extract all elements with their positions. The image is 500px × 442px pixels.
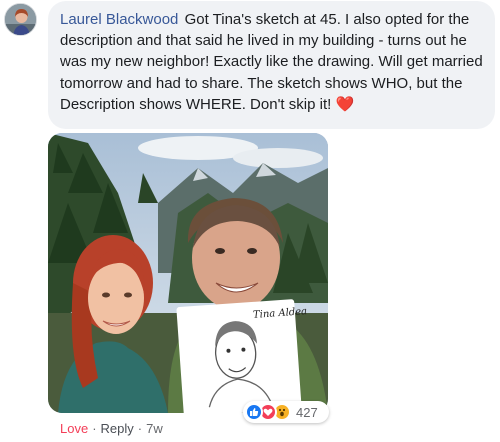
comment-author-link[interactable]: Laurel Blackwood (60, 11, 178, 28)
reply-link[interactable]: Reply (101, 421, 134, 436)
love-reaction-link[interactable]: Love (60, 421, 88, 436)
comment-timestamp[interactable]: 7w (146, 421, 163, 436)
commenter-avatar[interactable] (4, 3, 37, 36)
like-icon (245, 403, 263, 421)
couple-selfie-image: Tina Aldea (48, 133, 328, 413)
avatar-image (5, 4, 36, 35)
comment-bubble: Laurel Blackwood Got Tina's sketch at 45… (48, 1, 495, 129)
reactions-summary[interactable]: 427 (243, 401, 329, 423)
separator-dot: · (92, 421, 97, 436)
comment-photo[interactable]: Tina Aldea (48, 133, 328, 413)
heart-emoji: ❤️ (335, 95, 355, 113)
reaction-count: 427 (296, 404, 318, 420)
separator-dot: · (137, 421, 143, 436)
comment-actions: Love · Reply · 7w (60, 421, 163, 436)
